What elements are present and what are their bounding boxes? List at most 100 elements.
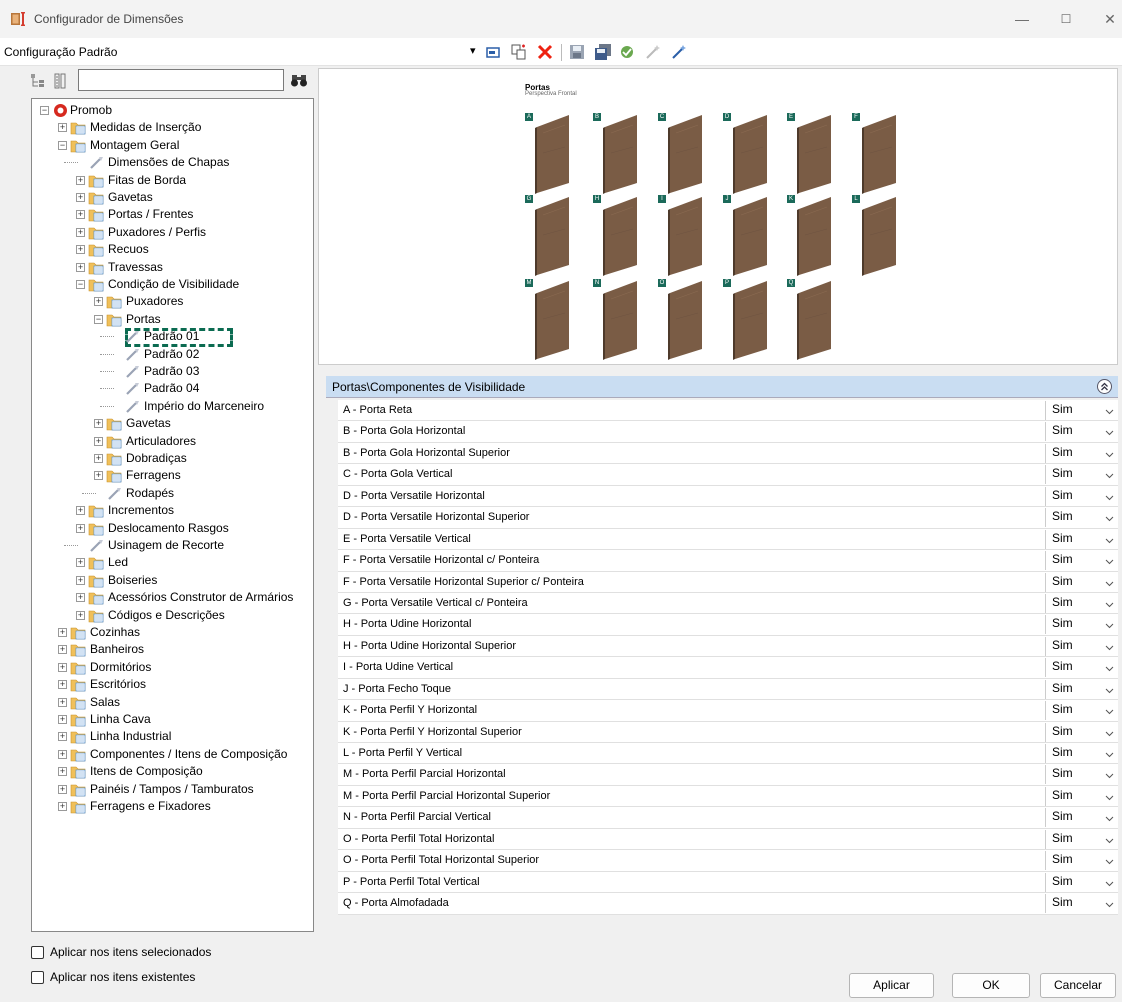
property-value-select[interactable]: Sim <box>1045 786 1118 806</box>
expand-toggle-icon[interactable]: + <box>76 193 85 202</box>
chevron-down-icon[interactable] <box>1105 536 1114 545</box>
property-row[interactable]: E - Porta Versatile Vertical Sim <box>338 528 1118 551</box>
dropdown-arrow-icon[interactable]: ▾ <box>470 44 476 57</box>
configuration-label[interactable]: Configuração Padrão <box>4 45 117 59</box>
save-icon[interactable] <box>568 43 586 61</box>
expand-toggle-icon[interactable]: + <box>58 680 67 690</box>
property-row[interactable]: F - Porta Versatile Horizontal Superior … <box>338 571 1118 593</box>
chevron-down-icon[interactable] <box>1105 729 1114 738</box>
property-value-select[interactable]: Sim <box>1045 722 1118 742</box>
chevron-down-icon[interactable] <box>1105 771 1114 780</box>
expand-toggle-icon[interactable]: + <box>76 523 85 533</box>
close-button[interactable]: ✕ <box>1100 10 1120 28</box>
expand-toggle-icon[interactable]: + <box>94 419 103 429</box>
expand-toggle-icon[interactable]: + <box>58 645 67 655</box>
property-row[interactable]: K - Porta Perfil Y Horizontal Sim <box>338 700 1118 722</box>
search-input[interactable] <box>78 69 284 91</box>
property-value-select[interactable]: Sim <box>1045 872 1118 892</box>
delete-icon[interactable] <box>536 43 554 61</box>
ok-button[interactable]: OK <box>952 973 1030 998</box>
property-row[interactable]: F - Porta Versatile Horizontal c/ Pontei… <box>338 550 1118 572</box>
property-row[interactable]: O - Porta Perfil Total Horizontal Sim <box>338 828 1118 851</box>
property-value-select[interactable]: Sim <box>1045 572 1118 592</box>
expand-toggle-icon[interactable]: + <box>76 506 85 516</box>
expand-toggle-icon[interactable]: + <box>58 802 67 811</box>
expand-toggle-icon[interactable]: + <box>58 715 67 724</box>
property-value-select[interactable]: Sim <box>1045 615 1118 635</box>
minimize-button[interactable]: — <box>1012 10 1032 28</box>
chevron-down-icon[interactable] <box>1105 879 1114 888</box>
expand-tree-icon[interactable] <box>30 73 46 89</box>
configuration-tree[interactable]: − Promob + Medidas de Inserção − Montagem Ger… <box>31 98 314 932</box>
chevron-down-icon[interactable] <box>1105 793 1114 802</box>
chevron-down-icon[interactable] <box>1105 814 1114 823</box>
chevron-down-icon[interactable] <box>1105 514 1114 523</box>
chevron-down-icon[interactable] <box>1105 686 1114 695</box>
save-all-icon[interactable] <box>594 43 612 61</box>
apply-button[interactable]: Aplicar <box>849 973 934 998</box>
apply-existing-checkbox[interactable] <box>31 970 44 984</box>
chevron-down-icon[interactable] <box>1105 579 1114 588</box>
chevron-down-icon[interactable] <box>1105 450 1114 459</box>
expand-toggle-icon[interactable]: + <box>94 454 103 463</box>
expand-toggle-icon[interactable]: + <box>76 175 85 185</box>
property-value-select[interactable]: Sim <box>1045 422 1118 442</box>
property-row[interactable]: J - Porta Fecho Toque Sim <box>338 678 1118 701</box>
apply-selected-option[interactable]: Aplicar nos itens selecionados <box>31 944 211 960</box>
expand-toggle-icon[interactable]: + <box>76 593 85 603</box>
apply-selected-checkbox[interactable] <box>31 945 44 959</box>
cancel-button[interactable]: Cancelar <box>1040 973 1116 998</box>
property-value-select[interactable]: Sim <box>1045 851 1118 871</box>
chevron-down-icon[interactable] <box>1105 407 1114 416</box>
property-value-select[interactable]: Sim <box>1045 636 1118 656</box>
chevron-down-icon[interactable] <box>1105 493 1114 502</box>
expand-toggle-icon[interactable]: + <box>58 628 67 637</box>
property-row[interactable]: L - Porta Perfil Y Vertical Sim <box>338 743 1118 765</box>
expand-toggle-icon[interactable]: + <box>58 784 67 794</box>
property-row[interactable]: H - Porta Udine Horizontal Sim <box>338 614 1118 636</box>
chevron-down-icon[interactable] <box>1105 664 1114 673</box>
property-row[interactable]: N - Porta Perfil Parcial Vertical Sim <box>338 807 1118 829</box>
apply-existing-option[interactable]: Aplicar nos itens existentes <box>31 969 195 985</box>
property-row[interactable]: I - Porta Udine Vertical Sim <box>338 657 1118 679</box>
property-row[interactable]: A - Porta Reta Sim <box>338 400 1118 422</box>
validate-icon[interactable] <box>618 43 636 61</box>
property-row[interactable]: D - Porta Versatile Horizontal Sim <box>338 485 1118 508</box>
wand-disabled-icon[interactable] <box>644 43 662 61</box>
chevron-down-icon[interactable] <box>1105 707 1114 716</box>
expand-toggle-icon[interactable]: + <box>58 749 67 759</box>
expand-toggle-icon[interactable]: + <box>76 227 85 237</box>
copy-icon[interactable] <box>510 43 528 61</box>
property-value-select[interactable]: Sim <box>1045 593 1118 613</box>
collapse-toggle-icon[interactable]: − <box>76 280 85 289</box>
property-row[interactable]: M - Porta Perfil Parcial Horizontal Supe… <box>338 785 1118 808</box>
grid-category-header[interactable]: Portas\Componentes de Visibilidade <box>326 376 1118 398</box>
chevron-down-icon[interactable] <box>1105 643 1114 652</box>
expand-toggle-icon[interactable]: + <box>58 767 67 777</box>
property-row[interactable]: O - Porta Perfil Total Horizontal Superi… <box>338 850 1118 872</box>
chevron-down-icon[interactable] <box>1105 471 1114 480</box>
expand-toggle-icon[interactable]: + <box>58 662 67 672</box>
edit-field-icon[interactable] <box>485 43 503 61</box>
property-row[interactable]: K - Porta Perfil Y Horizontal Superior Si… <box>338 721 1118 743</box>
expand-toggle-icon[interactable]: + <box>58 697 67 707</box>
chevron-down-icon[interactable] <box>1105 836 1114 845</box>
property-value-select[interactable]: Sim <box>1045 765 1118 785</box>
property-value-select[interactable]: Sim <box>1045 808 1118 828</box>
collapse-toggle-icon[interactable]: − <box>40 106 49 115</box>
property-row[interactable]: M - Porta Perfil Parcial Horizontal Sim <box>338 764 1118 786</box>
chevron-down-icon[interactable] <box>1105 857 1114 866</box>
collapse-icon[interactable] <box>1097 379 1112 394</box>
property-row[interactable]: P - Porta Perfil Total Vertical Sim <box>338 871 1118 894</box>
property-value-select[interactable]: Sim <box>1045 679 1118 699</box>
binoculars-icon[interactable] <box>290 72 308 88</box>
chevron-down-icon[interactable] <box>1105 600 1114 609</box>
property-value-select[interactable]: Sim <box>1045 508 1118 528</box>
expand-toggle-icon[interactable]: + <box>76 262 85 272</box>
chevron-down-icon[interactable] <box>1105 428 1114 437</box>
property-value-select[interactable]: Sim <box>1045 829 1118 849</box>
property-row[interactable]: C - Porta Gola Vertical Sim <box>338 464 1118 486</box>
property-value-select[interactable]: Sim <box>1045 658 1118 678</box>
maximize-button[interactable]: ☐ <box>1056 10 1076 28</box>
expand-toggle-icon[interactable]: + <box>76 210 85 220</box>
